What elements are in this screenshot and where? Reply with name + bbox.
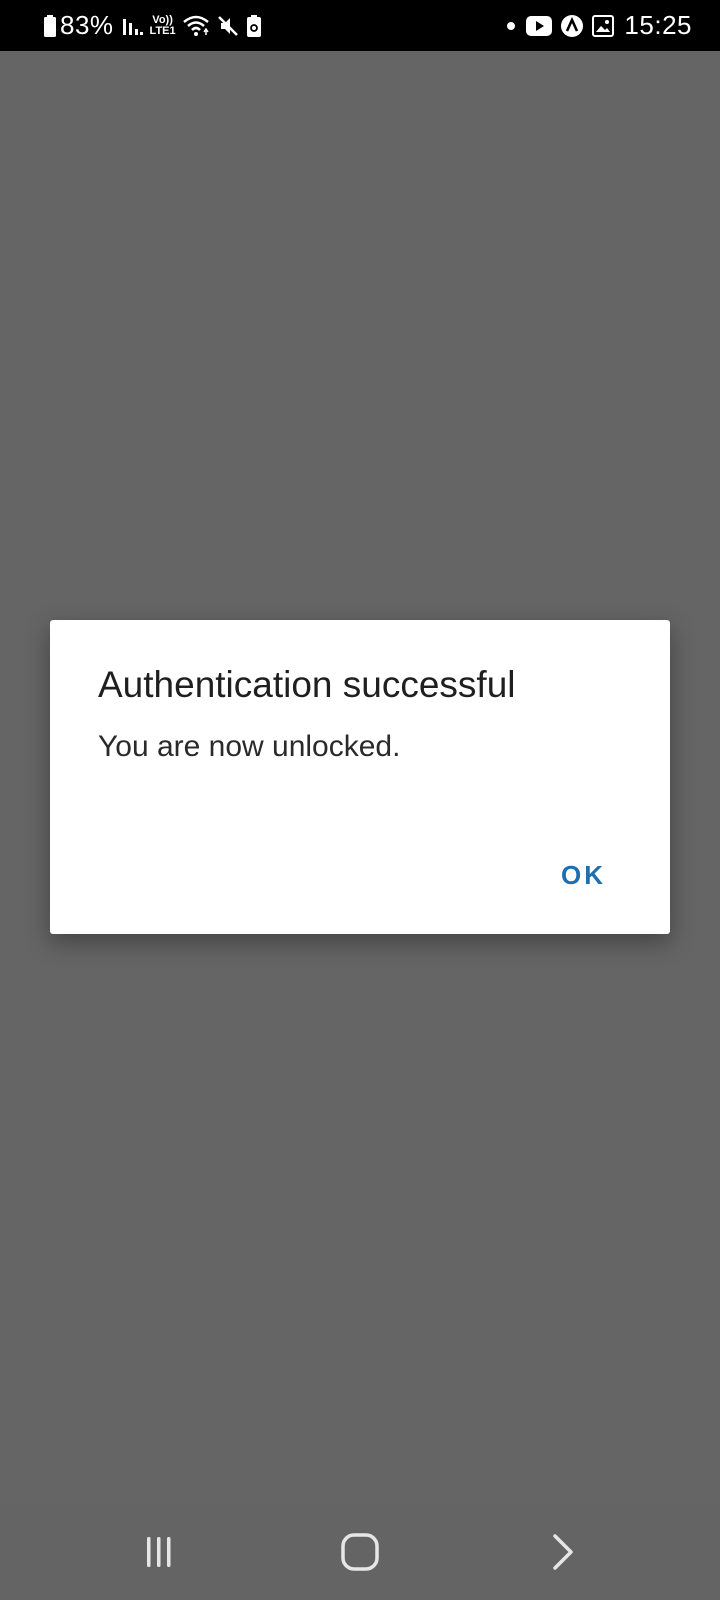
battery-icon xyxy=(44,14,56,37)
dialog-message: You are now unlocked. xyxy=(98,730,401,763)
volte-label: Vo)) xyxy=(152,13,173,26)
status-right-group: 15:25 xyxy=(500,0,692,51)
status-bar: 83% Vo)) LTE1 15:25 xyxy=(0,0,720,51)
app-a-icon xyxy=(560,14,584,38)
home-button[interactable] xyxy=(336,1528,384,1576)
signal-icon xyxy=(122,15,144,37)
status-time: 15:25 xyxy=(624,10,692,40)
back-button[interactable] xyxy=(538,1528,586,1576)
navigation-bar xyxy=(0,1504,720,1600)
wifi-icon xyxy=(182,14,210,38)
battery-percent: 83% xyxy=(60,10,114,40)
screen: 83% Vo)) LTE1 15:25 Authentication succe… xyxy=(0,0,720,1600)
recents-button[interactable] xyxy=(135,1528,183,1576)
authentication-dialog: Authentication successful You are now un… xyxy=(50,620,670,934)
recents-icon xyxy=(147,1537,171,1567)
volte-icon: Vo)) LTE1 xyxy=(149,13,176,37)
youtube-icon xyxy=(526,15,553,36)
status-left-group: 83% Vo)) LTE1 xyxy=(44,0,262,51)
dialog-title: Authentication successful xyxy=(98,664,516,705)
back-icon xyxy=(553,1534,573,1570)
notification-dot-icon xyxy=(506,21,516,31)
home-icon xyxy=(341,1533,379,1571)
network-label: LTE1 xyxy=(149,24,176,37)
gallery-icon xyxy=(592,14,615,37)
battery-saver-icon xyxy=(246,14,262,38)
mute-icon xyxy=(216,14,240,38)
ok-button[interactable]: OK xyxy=(533,852,634,899)
